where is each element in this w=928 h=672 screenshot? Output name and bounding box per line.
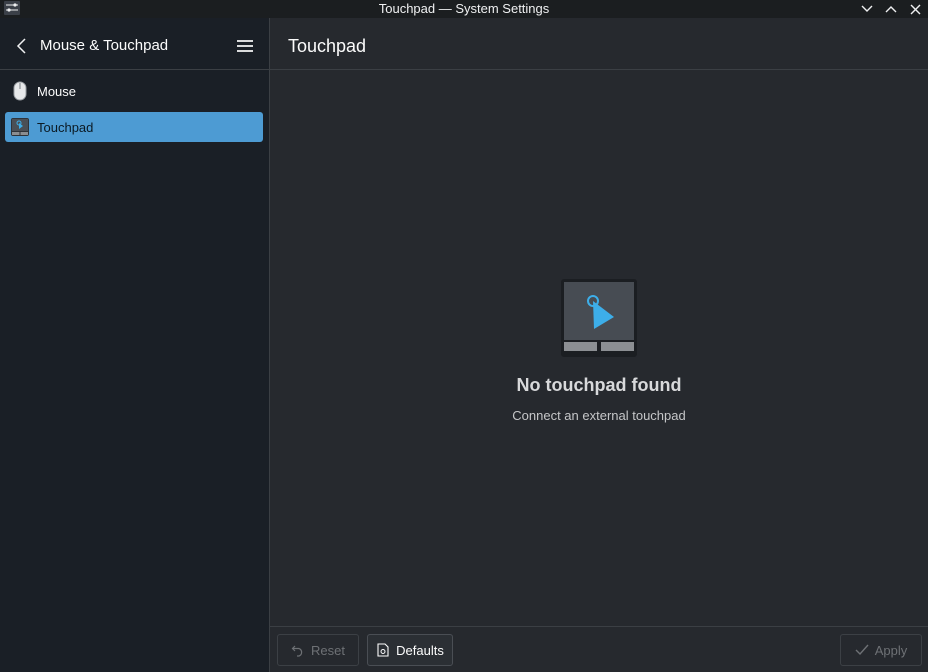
maximize-button[interactable]: [883, 1, 899, 17]
footer-bar: Reset Defaults Apply: [270, 626, 928, 672]
window-title: Touchpad — System Settings: [378, 1, 550, 16]
reset-button[interactable]: Reset: [277, 634, 359, 666]
sidebar-header: Mouse & Touchpad: [0, 18, 269, 70]
sidebar-item-mouse[interactable]: Mouse: [5, 76, 263, 106]
empty-state-message: Connect an external touchpad: [512, 408, 686, 423]
hamburger-icon: [237, 40, 253, 52]
minimize-button[interactable]: [859, 1, 875, 17]
mouse-icon: [10, 81, 30, 101]
title-bar: Touchpad — System Settings: [0, 0, 928, 18]
chevron-left-icon: [16, 38, 26, 54]
sidebar-item-label: Mouse: [37, 83, 77, 99]
sidebar: Mouse & Touchpad Mouse Touchpad: [0, 18, 269, 672]
reset-label: Reset: [311, 642, 345, 658]
main-header: Touchpad: [270, 18, 928, 70]
sidebar-title: Mouse & Touchpad: [40, 37, 169, 54]
undo-icon: [291, 643, 305, 657]
main-content: Touchpad No touchpad found Connect an ex…: [270, 18, 928, 672]
apply-label: Apply: [874, 642, 908, 658]
sidebar-item-touchpad[interactable]: Touchpad: [5, 112, 263, 142]
touchpad-icon: [10, 117, 30, 137]
checkmark-icon: [855, 643, 869, 657]
defaults-button[interactable]: Defaults: [367, 634, 453, 666]
close-button[interactable]: [907, 1, 923, 17]
sidebar-item-label: Touchpad: [37, 119, 94, 135]
defaults-label: Defaults: [396, 642, 444, 658]
empty-state-heading: No touchpad found: [516, 375, 682, 395]
touchpad-placeholder-icon: [561, 279, 637, 357]
page-title: Touchpad: [288, 36, 367, 56]
close-icon: [910, 4, 920, 14]
settings-window: Touchpad — System Settings Mouse & Touch…: [0, 0, 928, 672]
back-button[interactable]: [14, 36, 30, 56]
document-defaults-icon: [376, 643, 390, 657]
apply-button[interactable]: Apply: [840, 634, 922, 666]
hamburger-menu-button[interactable]: [236, 38, 254, 54]
chevron-up-icon: [885, 6, 897, 13]
chevron-down-icon: [861, 5, 873, 12]
